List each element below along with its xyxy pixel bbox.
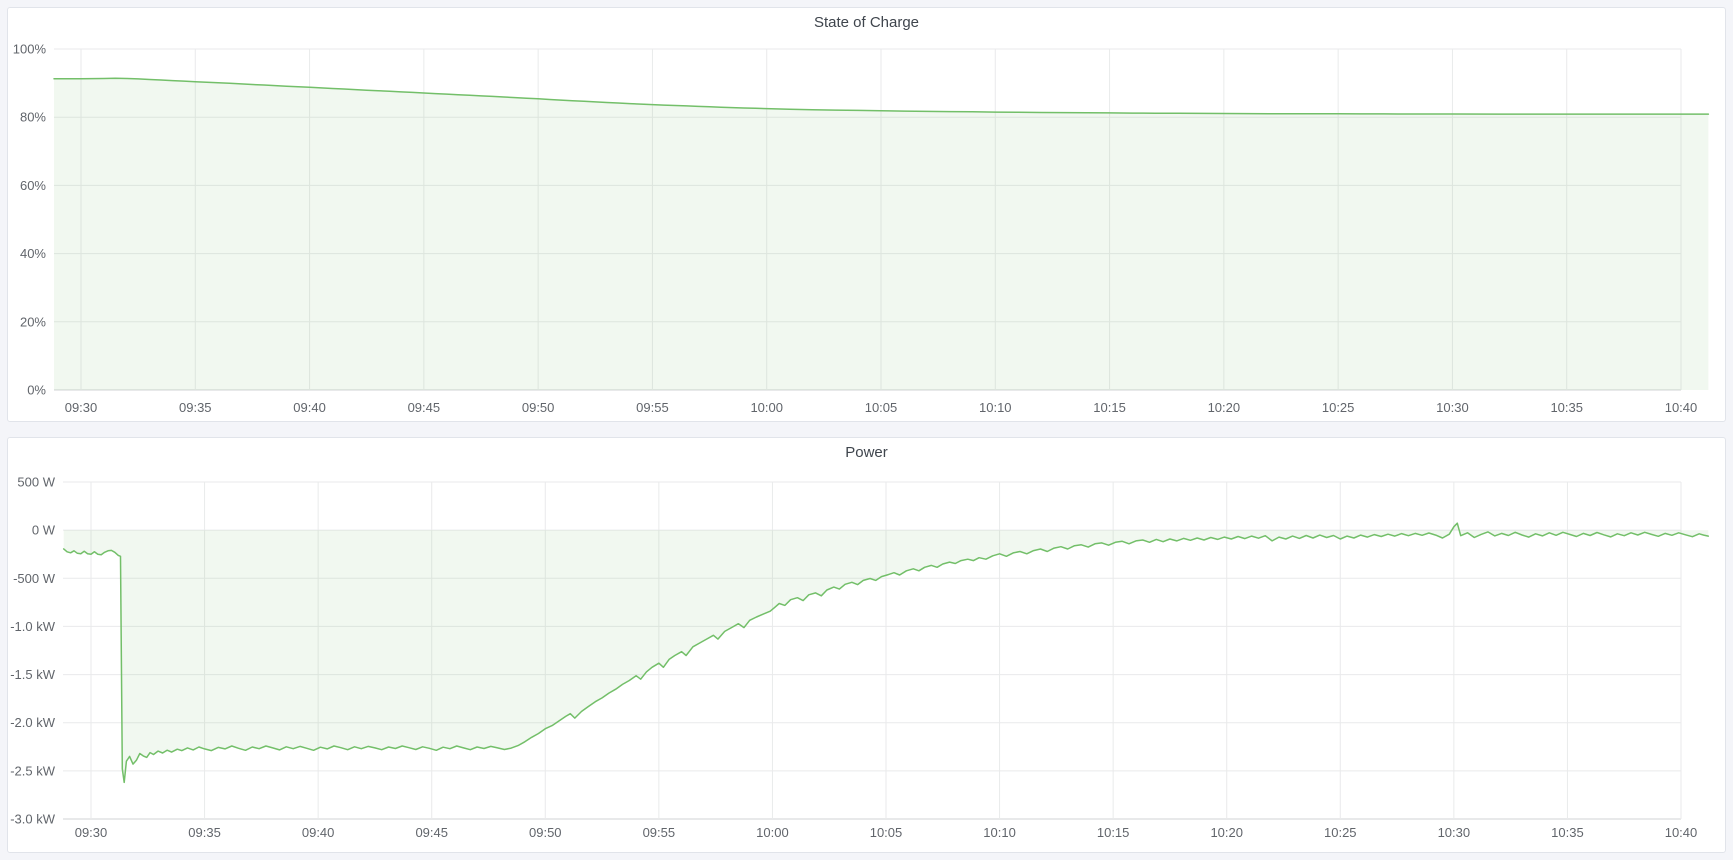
state-of-charge-chart[interactable]: 100% 80% 60% 40% 20% 0% 09:30 09:35 09:40 09:45 09… — [8, 37, 1725, 421]
svg-text:09:50: 09:50 — [529, 825, 562, 840]
svg-text:10:35: 10:35 — [1551, 825, 1584, 840]
svg-text:-1.0 kW: -1.0 kW — [10, 619, 56, 634]
svg-text:09:30: 09:30 — [75, 825, 108, 840]
svg-text:10:10: 10:10 — [983, 825, 1016, 840]
chart-svg: 100% 80% 60% 40% 20% 0% 09:30 09:35 09:40 09:45 09… — [8, 37, 1725, 421]
svg-text:09:55: 09:55 — [643, 825, 676, 840]
svg-text:10:10: 10:10 — [979, 400, 1012, 415]
panel-power[interactable]: Power 500 W 0 W -500 W -1.0 kW -1.5 kW -2.0 k… — [7, 437, 1726, 853]
svg-text:-500 W: -500 W — [13, 571, 56, 586]
svg-text:10:15: 10:15 — [1097, 825, 1130, 840]
svg-text:10:00: 10:00 — [750, 400, 783, 415]
svg-text:09:45: 09:45 — [408, 400, 441, 415]
svg-text:10:05: 10:05 — [870, 825, 903, 840]
svg-text:10:00: 10:00 — [756, 825, 789, 840]
svg-text:09:40: 09:40 — [302, 825, 335, 840]
svg-text:20%: 20% — [20, 314, 46, 329]
svg-text:10:15: 10:15 — [1093, 400, 1126, 415]
svg-text:10:25: 10:25 — [1324, 825, 1357, 840]
svg-text:100%: 100% — [13, 42, 47, 57]
svg-text:10:25: 10:25 — [1322, 400, 1355, 415]
svg-text:09:45: 09:45 — [415, 825, 448, 840]
svg-text:-2.0 kW: -2.0 kW — [10, 715, 56, 730]
svg-text:500 W: 500 W — [17, 475, 55, 490]
svg-text:10:30: 10:30 — [1438, 825, 1471, 840]
svg-text:-1.5 kW: -1.5 kW — [10, 667, 56, 682]
svg-text:10:20: 10:20 — [1208, 400, 1241, 415]
svg-text:10:40: 10:40 — [1665, 400, 1698, 415]
svg-text:-3.0 kW: -3.0 kW — [10, 812, 56, 827]
svg-text:0%: 0% — [27, 383, 46, 398]
panel-state-of-charge[interactable]: State of Charge 100% 80% 60% 40% 20% 0% 09:30 0… — [7, 7, 1726, 422]
svg-text:09:35: 09:35 — [188, 825, 221, 840]
svg-text:09:30: 09:30 — [65, 400, 98, 415]
svg-text:80%: 80% — [20, 110, 46, 125]
panel-title-power[interactable]: Power — [8, 438, 1725, 468]
svg-text:10:05: 10:05 — [865, 400, 898, 415]
svg-text:09:50: 09:50 — [522, 400, 555, 415]
svg-text:40%: 40% — [20, 246, 46, 261]
svg-text:10:40: 10:40 — [1665, 825, 1698, 840]
svg-text:60%: 60% — [20, 178, 46, 193]
svg-text:10:30: 10:30 — [1436, 400, 1469, 415]
power-chart[interactable]: 500 W 0 W -500 W -1.0 kW -1.5 kW -2.0 kW -2.5 … — [8, 467, 1725, 852]
svg-text:-2.5 kW: -2.5 kW — [10, 763, 56, 778]
svg-text:09:40: 09:40 — [293, 400, 326, 415]
chart-svg: 500 W 0 W -500 W -1.0 kW -1.5 kW -2.0 kW -2.5 … — [8, 467, 1725, 852]
svg-text:10:35: 10:35 — [1550, 400, 1583, 415]
state-of-charge-area-fill — [54, 78, 1708, 390]
svg-text:0 W: 0 W — [32, 523, 56, 538]
svg-text:09:55: 09:55 — [636, 400, 669, 415]
svg-text:09:35: 09:35 — [179, 400, 212, 415]
svg-text:10:20: 10:20 — [1210, 825, 1243, 840]
panel-title-state-of-charge[interactable]: State of Charge — [8, 8, 1725, 38]
